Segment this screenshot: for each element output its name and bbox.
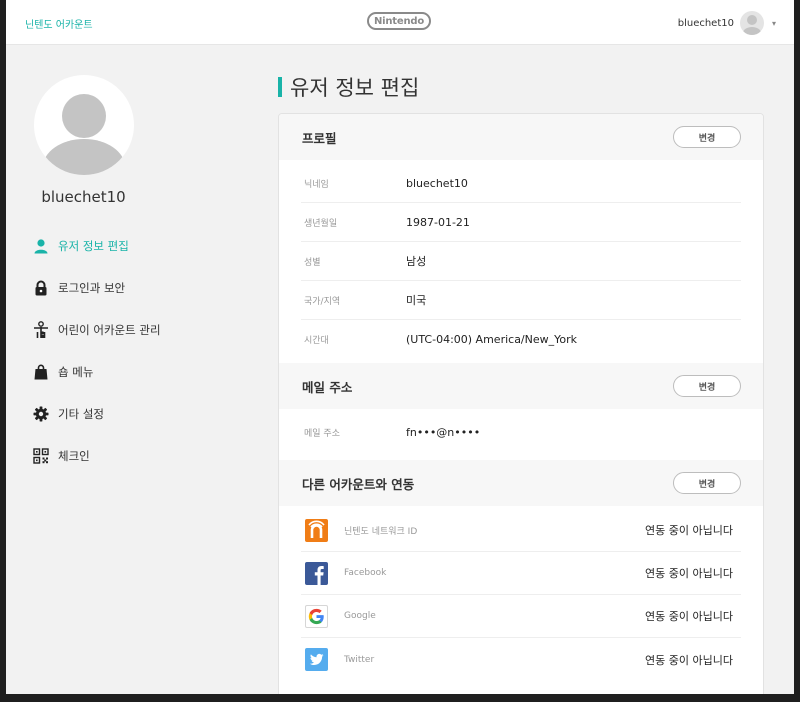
field-label: 국가/지역 [304,296,341,307]
top-bar: 닌텐도 어카운트 Nintendo bluechet10 ▾ [6,0,794,45]
section-title: 다른 어카운트와 연동 [302,476,415,492]
profile-row-nickname: 닉네임 bluechet10 [301,164,741,203]
sidebar-item-label: 숍 메뉴 [58,365,94,379]
profile-rows: 닉네임 bluechet10 생년월일 1987-01-21 성별 남성 국가/… [279,160,763,363]
sidebar-item-label: 체크인 [58,449,90,463]
sidebar-item-label: 로그인과 보안 [58,281,126,295]
nintendo-network-icon [305,518,328,542]
email-row: 메일 주소 fn•••@n•••• [301,413,741,452]
link-status: 연동 중이 아닙니다 [645,524,733,537]
sidebar-item-child-accounts[interactable]: 어린이 어카운트 관리 [32,319,252,341]
service-name: Facebook [344,568,387,578]
field-value: 남성 [406,255,427,268]
field-label: 닉네임 [304,179,329,190]
title-accent-bar [278,77,282,97]
profile-row-country: 국가/지역 미국 [301,281,741,320]
profile-row-gender: 성별 남성 [301,242,741,281]
header-avatar[interactable] [739,11,764,35]
page-title: 유저 정보 편집 [278,74,419,100]
avatar-placeholder-icon [742,15,761,35]
profile-avatar [34,75,134,175]
email-change-button[interactable]: 변경 [673,375,741,397]
google-icon [305,604,328,628]
sidebar-item-label: 어린이 어카운트 관리 [58,323,161,337]
email-rows: 메일 주소 fn•••@n•••• [279,409,763,460]
link-status: 연동 중이 아닙니다 [645,567,733,580]
sidebar-item-shop-menu[interactable]: 숍 메뉴 [32,361,252,383]
lock-icon [32,279,50,297]
linked-accounts-section-header: 다른 어카운트와 연동 변경 [279,460,763,506]
app-frame: 닌텐도 어카운트 Nintendo bluechet10 ▾ bluechet1… [6,0,794,694]
facebook-icon [305,561,328,585]
sidebar-nickname: bluechet10 [41,188,126,206]
field-label: 시간대 [304,336,329,346]
field-label: 메일 주소 [304,429,340,439]
service-name: 닌텐도 네트워크 ID [344,526,418,537]
header-username[interactable]: bluechet10 [678,18,734,29]
field-value: (UTC-04:00) America/New_York [406,333,578,346]
profile-change-button[interactable]: 변경 [673,126,741,148]
twitter-icon [305,648,328,671]
sidebar-item-check-in[interactable]: 체크인 [32,445,252,467]
person-icon [32,237,50,255]
field-value: fn•••@n•••• [406,426,481,439]
gear-icon [32,405,50,423]
chevron-down-icon[interactable]: ▾ [772,19,776,28]
section-title: 프로필 [302,130,337,146]
link-status: 연동 중이 아닙니다 [645,653,733,667]
linked-account-row-facebook: Facebook 연동 중이 아닙니다 [301,552,741,595]
profile-section-header: 프로필 변경 [279,114,763,160]
section-title: 메일 주소 [302,379,353,395]
brand-link[interactable]: 닌텐도 어카운트 [25,16,93,31]
linked-account-row-nintendo-network: 닌텐도 네트워크 ID 연동 중이 아닙니다 [301,509,741,552]
shopping-bag-icon [32,363,50,381]
field-value: 미국 [406,294,427,307]
linked-account-row-google: Google 연동 중이 아닙니다 [301,595,741,638]
linked-accounts-change-button[interactable]: 변경 [673,472,741,494]
field-value: bluechet10 [406,176,468,190]
sidebar-item-label: 기타 설정 [58,407,104,421]
qr-code-icon [32,447,50,465]
nintendo-logo[interactable]: Nintendo [367,12,431,30]
field-value: 1987-01-21 [406,215,470,229]
sidebar-item-edit-user-info[interactable]: 유저 정보 편집 [32,235,252,257]
service-name: Twitter [344,654,375,665]
linked-accounts-rows: 닌텐도 네트워크 ID 연동 중이 아닙니다 Facebook 연동 중이 아닙… [279,506,763,681]
profile-row-birthdate: 생년월일 1987-01-21 [301,203,741,242]
sidebar-nav: 유저 정보 편집 로그인과 보안 어린이 어카운트 관리 숍 메뉴 기타 설정 … [32,235,252,487]
email-section-header: 메일 주소 변경 [279,363,763,409]
user-info-card: 프로필 변경 닉네임 bluechet10 생년월일 1987-01-21 성별… [278,113,764,694]
sidebar-item-login-security[interactable]: 로그인과 보안 [32,277,252,299]
linked-account-row-twitter: Twitter 연동 중이 아닙니다 [301,638,741,681]
profile-row-timezone: 시간대 (UTC-04:00) America/New_York [301,320,741,359]
field-label: 성별 [304,257,321,268]
service-name: Google [344,611,376,621]
field-label: 생년월일 [304,218,338,229]
link-status: 연동 중이 아닙니다 [645,610,733,623]
user-menu[interactable]: bluechet10 ▾ [678,11,776,35]
sidebar-item-other-settings[interactable]: 기타 설정 [32,403,252,425]
page-title-text: 유저 정보 편집 [290,76,420,100]
child-account-icon [32,321,50,339]
avatar-placeholder-icon [43,94,125,175]
sidebar: bluechet10 유저 정보 편집 로그인과 보안 어린이 어카운트 관리 [6,45,256,694]
sidebar-item-label: 유저 정보 편집 [58,239,129,253]
